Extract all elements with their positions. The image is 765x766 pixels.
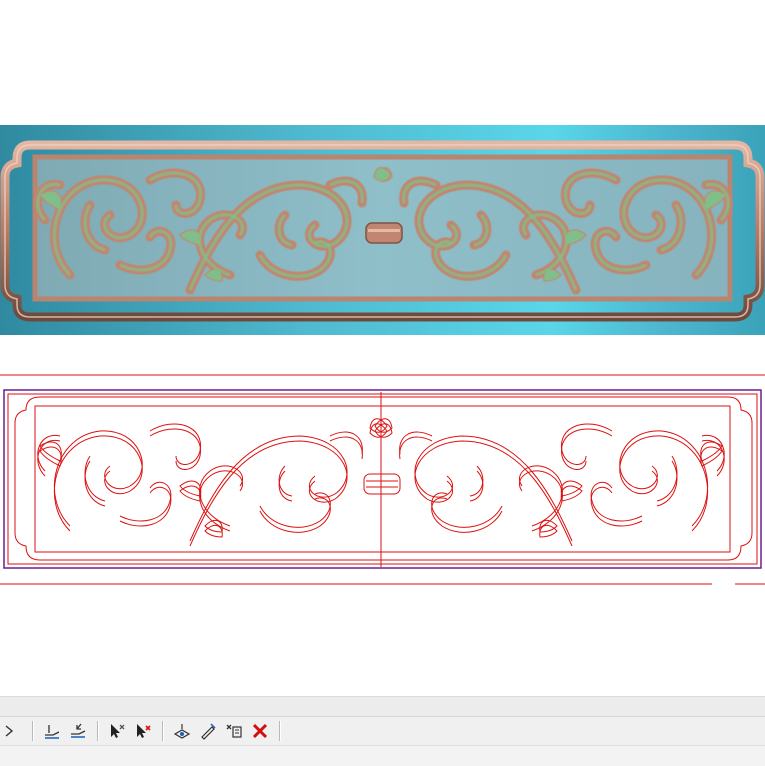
vector-scroll-line — [519, 465, 563, 527]
vector-scroll-line — [561, 428, 613, 470]
vector-scroll-line — [278, 470, 293, 502]
vector-outline-view[interactable] — [0, 370, 765, 590]
toolbar-separator — [162, 721, 163, 741]
vector-scroll-line — [656, 455, 678, 502]
vector-scroll-line — [619, 435, 708, 532]
layer-flatten-icon[interactable] — [41, 720, 63, 742]
vector-scroll-line — [149, 428, 201, 470]
vector-outer-border-purple — [3, 389, 762, 569]
vector-scroll-line — [469, 465, 484, 497]
vector-scroll-line — [656, 460, 678, 507]
vector-scroll-line — [84, 460, 106, 507]
select-remove-cursor-icon[interactable] — [106, 720, 128, 742]
relief-render-view[interactable] — [0, 125, 765, 335]
pen-edit-icon[interactable] — [197, 720, 219, 742]
play-arrow-icon[interactable] — [2, 720, 24, 742]
vector-scroll-line — [84, 455, 106, 502]
close-red-x-icon[interactable] — [249, 720, 271, 742]
relief-knot-band — [368, 229, 400, 232]
bottom-status-strip — [0, 745, 765, 766]
vector-scroll-line — [199, 465, 243, 527]
relief-center-knot — [365, 222, 403, 244]
delete-select-cursor-icon[interactable] — [132, 720, 154, 742]
vector-scroll-line — [590, 486, 643, 527]
toolbar-separator — [97, 721, 98, 741]
layer-offset-icon[interactable] — [67, 720, 89, 742]
text-cursor-remove-icon[interactable] — [223, 720, 245, 742]
vector-scroll-line — [329, 431, 363, 455]
vector-scroll-line — [119, 486, 172, 527]
vector-scroll-line — [54, 430, 143, 527]
status-strip — [0, 696, 765, 717]
vector-scroll-line — [619, 430, 708, 527]
vector-scroll-line — [149, 423, 201, 465]
edit-toolbar — [0, 716, 765, 745]
vector-scroll-line — [399, 431, 433, 455]
vector-scroll-line — [561, 423, 613, 465]
vector-inner-frame — [34, 405, 731, 553]
toolbar-separator — [32, 721, 33, 741]
vector-scroll-line — [278, 465, 293, 497]
node-edit-icon[interactable] — [171, 720, 193, 742]
vector-scroll-line — [469, 470, 484, 502]
vector-center-knot — [363, 473, 401, 495]
vector-scroll-line — [54, 435, 143, 532]
toolbar-separator — [279, 721, 280, 741]
